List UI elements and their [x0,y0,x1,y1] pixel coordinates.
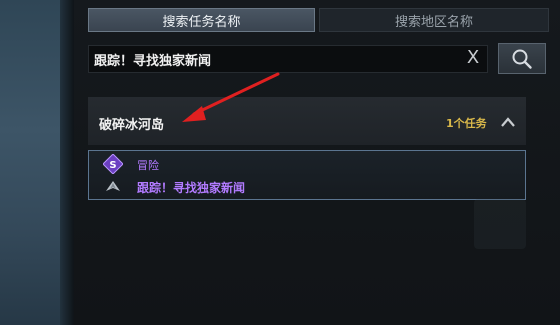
search-input-value: 跟踪！寻找独家新闻 [94,54,212,69]
background-scenery [0,0,64,325]
annotation-arrow [182,72,280,122]
close-icon[interactable]: X [463,48,483,68]
tab-search-region-name[interactable]: 搜索地区名称 [319,8,549,32]
region-name: 破碎冰河岛 [99,118,165,133]
chevron-up-icon[interactable] [499,114,517,130]
region-quest-count: 1个任务 [446,117,487,130]
search-icon [512,49,532,69]
tab-search-quest-name[interactable]: 搜索任务名称 [88,8,315,32]
quest-type-label: 冒险 [137,159,159,172]
background-decoration [474,199,526,249]
tab-label: 搜索地区名称 [394,14,473,30]
svg-text:S: S [109,160,116,171]
quest-title: 跟踪！寻找独家新闻 [137,181,246,195]
panel-edge [60,0,74,325]
search-button[interactable] [498,43,546,74]
adventure-quest-icon: S [103,154,123,174]
tab-label: 搜索任务名称 [162,14,241,30]
quest-marker-icon [106,181,120,191]
